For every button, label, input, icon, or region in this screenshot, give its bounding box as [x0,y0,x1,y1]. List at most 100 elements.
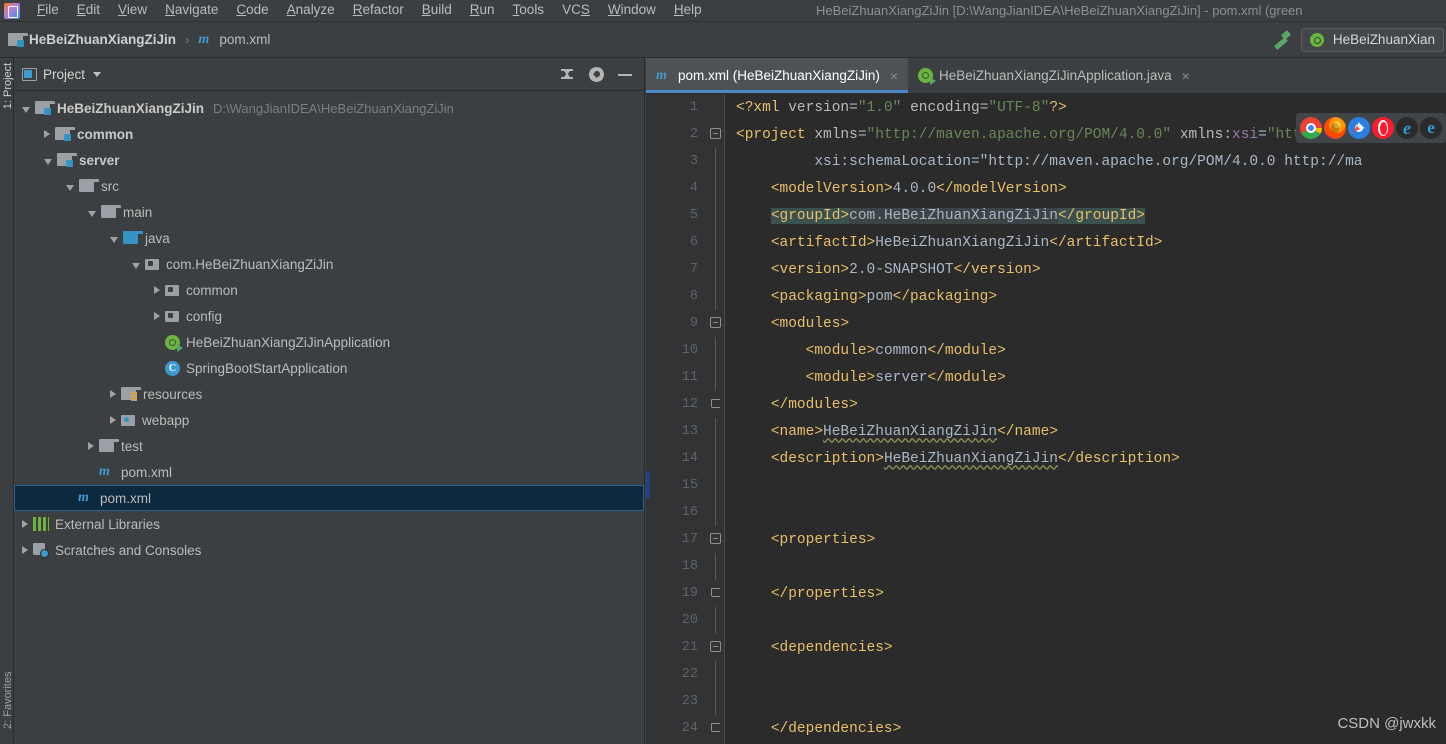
menu-item-run[interactable]: Run [461,0,504,21]
opera-icon[interactable] [1372,117,1394,139]
code-editor[interactable]: 1 <?xml version="1.0" encoding="UTF-8"?> 2… [646,94,1446,744]
menu-item-build[interactable]: Build [413,0,461,21]
line-number[interactable]: 9 [646,316,706,331]
editor-tab-application-java[interactable]: HeBeiZhuanXiangZiJinApplication.java × [908,58,1200,93]
tree-twisty-expanded-icon[interactable] [66,184,74,191]
line-number[interactable]: 7 [646,262,706,277]
collapse-all-icon[interactable] [559,66,575,82]
tree-item-test[interactable]: test [14,433,644,459]
line-number[interactable]: 14 [646,451,706,466]
tree-twisty-expanded-icon[interactable] [110,236,118,243]
run-configuration-selector[interactable]: HeBeiZhuanXian [1300,27,1444,52]
line-number[interactable]: 16 [646,505,706,520]
tree-item-springbootstartapplication[interactable]: C SpringBootStartApplication [14,355,644,381]
tree-twisty-collapsed-icon[interactable] [44,130,50,138]
fold-gutter-marker[interactable] [706,310,724,337]
tree-twisty-collapsed-icon[interactable] [154,312,160,320]
tree-item-path: D:\WangJianIDEA\HeBeiZhuanXiangZiJin [213,100,454,116]
tree-item-server[interactable]: server [14,147,644,173]
line-number[interactable]: 10 [646,343,706,358]
fold-gutter-marker[interactable] [706,580,724,607]
line-number[interactable]: 3 [646,154,706,169]
menu-item-file[interactable]: File [28,0,68,21]
editor-tab-pom-xml[interactable]: m pom.xml (HeBeiZhuanXiangZiJin) × [646,58,909,93]
tree-item-external-libraries[interactable]: External Libraries [14,511,644,537]
tree-item-main[interactable]: main [14,199,644,225]
tree-twisty-expanded-icon[interactable] [132,262,140,269]
tree-item-resources[interactable]: resources [14,381,644,407]
tree-twisty-collapsed-icon[interactable] [110,390,116,398]
line-number[interactable]: 23 [646,694,706,709]
menu-item-navigate[interactable]: Navigate [156,0,227,21]
line-number[interactable]: 6 [646,235,706,250]
line-number[interactable]: 13 [646,424,706,439]
tree-item-common[interactable]: common [14,277,644,303]
tree-twisty-expanded-icon[interactable] [88,210,96,217]
line-number[interactable]: 5 [646,208,706,223]
line-number[interactable]: 24 [646,721,706,736]
line-number[interactable]: 11 [646,370,706,385]
tree-item-hebeizhuanxiangzijinapplication[interactable]: HeBeiZhuanXiangZiJinApplication [14,329,644,355]
menu-item-tools[interactable]: Tools [504,0,554,21]
gear-icon[interactable] [589,66,604,82]
tree-item-common[interactable]: common [14,121,644,147]
tree-twisty-expanded-icon[interactable] [44,158,52,165]
open-in-browser-popup[interactable]: ee [1296,113,1446,143]
sidebar-tab-project[interactable]: 1: Project [2,61,14,111]
line-number[interactable]: 15 [646,478,706,493]
project-tree: HeBeiZhuanXiangZiJin D:\WangJianIDEA\HeBe… [14,91,644,563]
fold-gutter-marker[interactable] [706,121,724,148]
tree-item-scratches-and-consoles[interactable]: Scratches and Consoles [14,537,644,563]
chevron-down-icon[interactable] [93,71,102,77]
line-number[interactable]: 19 [646,586,706,601]
menu-item-code[interactable]: Code [227,0,277,21]
line-number[interactable]: 20 [646,613,706,628]
line-number[interactable]: 4 [646,181,706,196]
line-number[interactable]: 8 [646,289,706,304]
line-number[interactable]: 2 [646,127,706,142]
fold-gutter-marker[interactable] [706,715,724,742]
line-number[interactable]: 18 [646,559,706,574]
fold-gutter-marker[interactable] [706,634,724,661]
line-number[interactable]: 12 [646,397,706,412]
tree-twisty-collapsed-icon[interactable] [88,442,94,450]
menu-item-vcs[interactable]: VCS [553,0,599,21]
tree-item-config[interactable]: config [14,303,644,329]
minimize-icon[interactable] [618,67,632,81]
menu-item-refactor[interactable]: Refactor [344,0,413,21]
tree-item-java[interactable]: java [14,225,644,251]
sidebar-tab-favorites[interactable]: 2: Favorites [2,672,14,729]
safari-icon[interactable] [1348,117,1370,139]
tree-item-webapp[interactable]: webapp [14,407,644,433]
fold-gutter-marker[interactable] [706,526,724,553]
line-number[interactable]: 21 [646,640,706,655]
fold-gutter-marker[interactable] [706,391,724,418]
tree-twisty-collapsed-icon[interactable] [22,546,28,554]
menu-item-help[interactable]: Help [665,0,711,21]
close-icon[interactable]: × [1182,68,1190,84]
breadcrumb-item-file[interactable]: pom.xml [219,32,270,47]
firefox-icon[interactable] [1324,117,1346,139]
hammer-build-icon[interactable] [1271,29,1293,51]
line-number[interactable]: 17 [646,532,706,547]
menu-item-view[interactable]: View [109,0,156,21]
menu-item-edit[interactable]: Edit [68,0,109,21]
tree-twisty-expanded-icon[interactable] [22,106,30,113]
menu-item-analyze[interactable]: Analyze [278,0,344,21]
tree-twisty-collapsed-icon[interactable] [110,416,116,424]
tree-item-src[interactable]: src [14,173,644,199]
tree-twisty-collapsed-icon[interactable] [22,520,28,528]
breadcrumb-item-project[interactable]: HeBeiZhuanXiangZiJin [29,32,176,47]
internet-explorer-icon[interactable]: e [1420,117,1442,139]
tree-twisty-collapsed-icon[interactable] [154,286,160,294]
tree-item-pom-xml[interactable]: m pom.xml [14,459,644,485]
tree-item-com-hebeizhuanxiangzijin[interactable]: com.HeBeiZhuanXiangZiJin [14,251,644,277]
chrome-icon[interactable] [1300,117,1322,139]
line-number[interactable]: 22 [646,667,706,682]
line-number[interactable]: 1 [646,100,706,115]
menu-item-window[interactable]: Window [599,0,665,21]
edge-icon[interactable]: e [1396,117,1418,139]
tree-item-pom-xml[interactable]: m pom.xml [14,485,644,511]
close-icon[interactable]: × [890,68,898,84]
tree-item-hebeizhuanxiangzijin[interactable]: HeBeiZhuanXiangZiJin D:\WangJianIDEA\HeBe… [14,95,644,121]
